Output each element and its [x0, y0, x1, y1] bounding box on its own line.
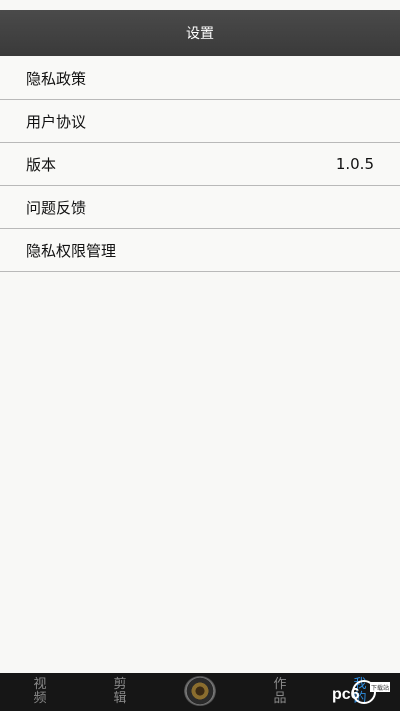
nav-bar: 设置: [0, 10, 400, 56]
tab-label-line1: 作: [273, 677, 287, 692]
settings-item-user-agreement[interactable]: 用户协议: [0, 100, 400, 143]
settings-list: 隐私政策 用户协议 版本 1.0.5 问题反馈 隐私权限管理: [0, 57, 400, 272]
settings-item-privacy-permissions[interactable]: 隐私权限管理: [0, 229, 400, 272]
tab-label-line2: 辑: [113, 691, 127, 706]
settings-item-version[interactable]: 版本 1.0.5: [0, 143, 400, 186]
tab-label-line1: 剪: [113, 677, 127, 692]
settings-item-feedback[interactable]: 问题反馈: [0, 186, 400, 229]
settings-item-label: 隐私政策: [26, 69, 87, 88]
tab-label-line2: 的: [353, 691, 367, 706]
settings-item-privacy-policy[interactable]: 隐私政策: [0, 57, 400, 100]
tab-label-line2: 频: [33, 691, 47, 706]
settings-item-label: 用户协议: [26, 112, 87, 131]
tab-label-line1: 我: [353, 677, 367, 692]
version-value: 1.0.5: [335, 155, 374, 173]
settings-item-label: 隐私权限管理: [26, 241, 117, 260]
camera-icon[interactable]: [184, 676, 216, 706]
tab-label-line2: 品: [273, 691, 287, 706]
settings-item-label: 问题反馈: [26, 198, 87, 217]
settings-screen: 设置 隐私政策 用户协议 版本 1.0.5 问题反馈 隐私权限管理 视 频 剪 …: [0, 0, 400, 711]
page-title: 设置: [186, 26, 214, 42]
tab-label-line1: 视: [33, 677, 47, 692]
tab-edit[interactable]: 剪 辑: [106, 673, 134, 711]
settings-item-label: 版本: [26, 155, 57, 174]
tab-mine[interactable]: 我 的: [346, 673, 374, 711]
tab-works[interactable]: 作 品: [266, 673, 294, 711]
tab-video[interactable]: 视 频: [26, 673, 54, 711]
status-strip: [0, 0, 400, 10]
